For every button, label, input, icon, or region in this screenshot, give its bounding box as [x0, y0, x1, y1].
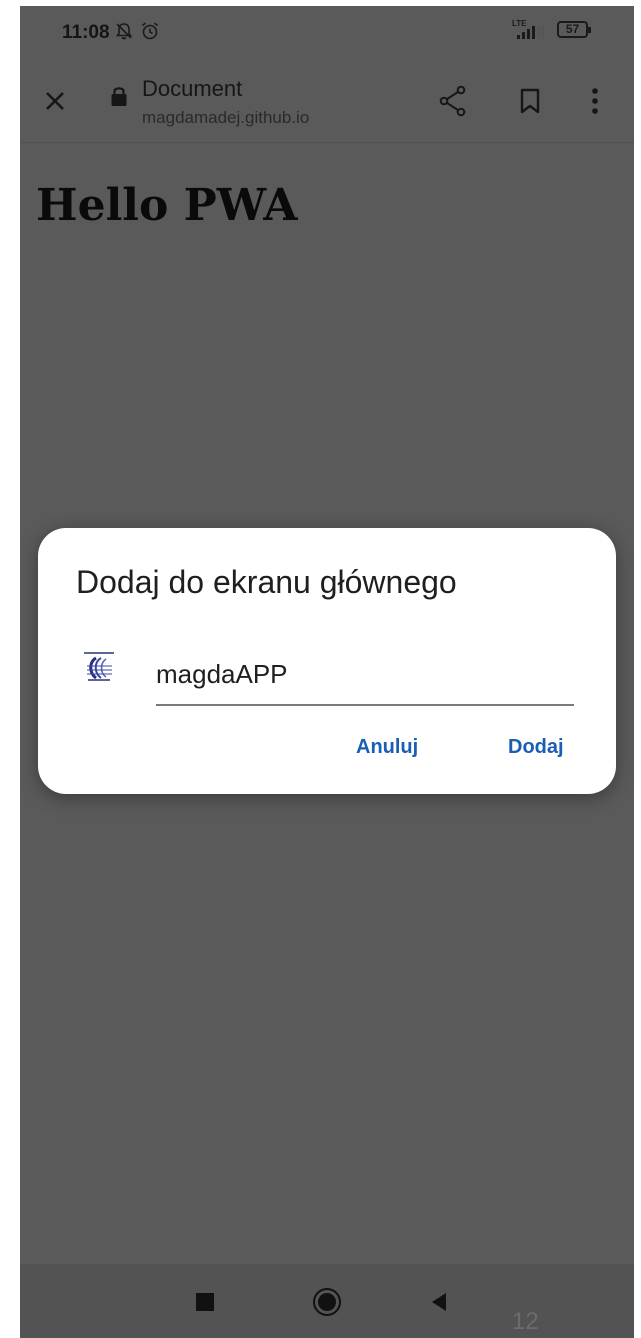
page-url: magdamadej.github.io — [142, 108, 310, 127]
browser-toolbar: Document magdamadej.github.io — [20, 58, 634, 143]
back-icon[interactable] — [430, 1291, 448, 1318]
page-number: 12 — [512, 1308, 539, 1335]
bell-off-icon — [114, 21, 134, 46]
app-name-input[interactable] — [156, 650, 574, 706]
bookmark-icon[interactable] — [520, 88, 540, 119]
close-icon[interactable] — [44, 90, 66, 117]
signal-icon — [517, 25, 545, 44]
app-icon — [82, 650, 116, 689]
add-button[interactable]: Dodaj — [508, 736, 564, 759]
dialog-title: Dodaj do ekranu głównego — [76, 564, 457, 600]
navigation-bar: 12 — [20, 1264, 634, 1338]
cancel-button[interactable]: Anuluj — [356, 736, 418, 759]
alarm-icon — [140, 21, 160, 46]
more-options-icon[interactable] — [590, 87, 600, 120]
screen: 11:08 LTE 57 Document magdamadej.github.… — [20, 6, 634, 1338]
page-title: Document — [142, 76, 243, 101]
recents-icon[interactable] — [196, 1293, 214, 1311]
home-icon[interactable] — [313, 1288, 341, 1316]
lock-icon[interactable] — [110, 84, 128, 113]
battery-icon: 57 — [557, 21, 591, 38]
status-bar: 11:08 LTE 57 — [20, 6, 634, 58]
page-heading: Hello PWA — [36, 180, 298, 231]
status-time: 11:08 — [62, 22, 110, 43]
share-icon[interactable] — [438, 85, 468, 122]
add-to-home-dialog: Dodaj do ekranu głównego Anuluj Dodaj — [38, 528, 616, 794]
